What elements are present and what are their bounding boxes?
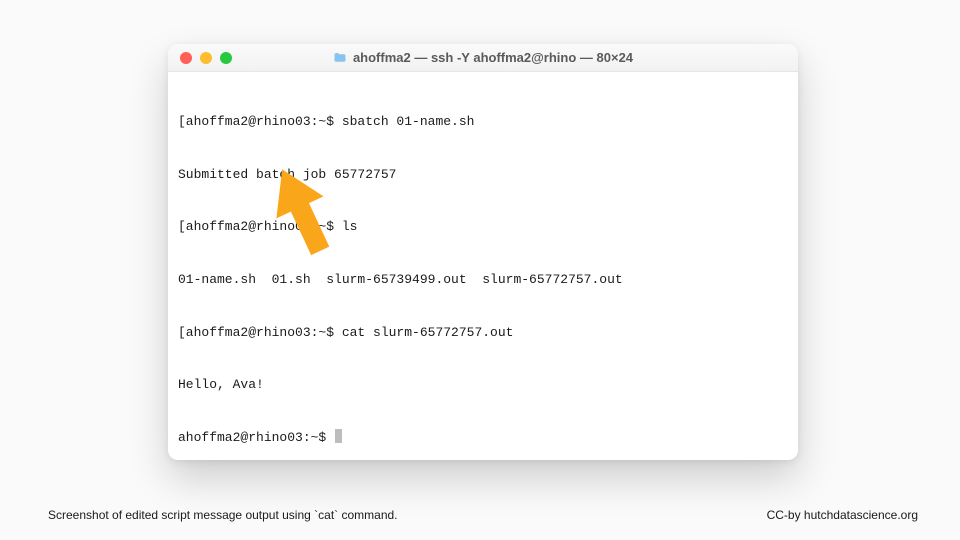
terminal-line: 01-name.sh 01.sh slurm-65739499.out slur… <box>178 271 788 289</box>
cursor-icon <box>335 429 342 443</box>
terminal-prompt-line: ahoffma2@rhino03:~$ <box>178 429 788 447</box>
terminal-body[interactable]: [ahoffma2@rhino03:~$ sbatch 01-name.sh S… <box>168 72 798 460</box>
caption: Screenshot of edited script message outp… <box>48 508 398 522</box>
attribution: CC-by hutchdatascience.org <box>767 508 918 522</box>
terminal-line: [ahoffma2@rhino03:~$ sbatch 01-name.sh <box>178 113 788 131</box>
title-bar: ahoffma2 — ssh -Y ahoffma2@rhino — 80×24 <box>168 44 798 72</box>
close-icon[interactable] <box>180 52 192 64</box>
shell-prompt: ahoffma2@rhino03:~$ <box>178 430 334 445</box>
terminal-line: [ahoffma2@rhino03:~$ ls <box>178 218 788 236</box>
maximize-icon[interactable] <box>220 52 232 64</box>
window-title: ahoffma2 — ssh -Y ahoffma2@rhino — 80×24 <box>353 50 633 65</box>
terminal-window: ahoffma2 — ssh -Y ahoffma2@rhino — 80×24… <box>168 44 798 460</box>
minimize-icon[interactable] <box>200 52 212 64</box>
title-center: ahoffma2 — ssh -Y ahoffma2@rhino — 80×24 <box>168 50 798 65</box>
traffic-lights <box>168 52 232 64</box>
terminal-line: Hello, Ava! <box>178 376 788 394</box>
folder-icon <box>333 51 347 65</box>
terminal-line: [ahoffma2@rhino03:~$ cat slurm-65772757.… <box>178 324 788 342</box>
